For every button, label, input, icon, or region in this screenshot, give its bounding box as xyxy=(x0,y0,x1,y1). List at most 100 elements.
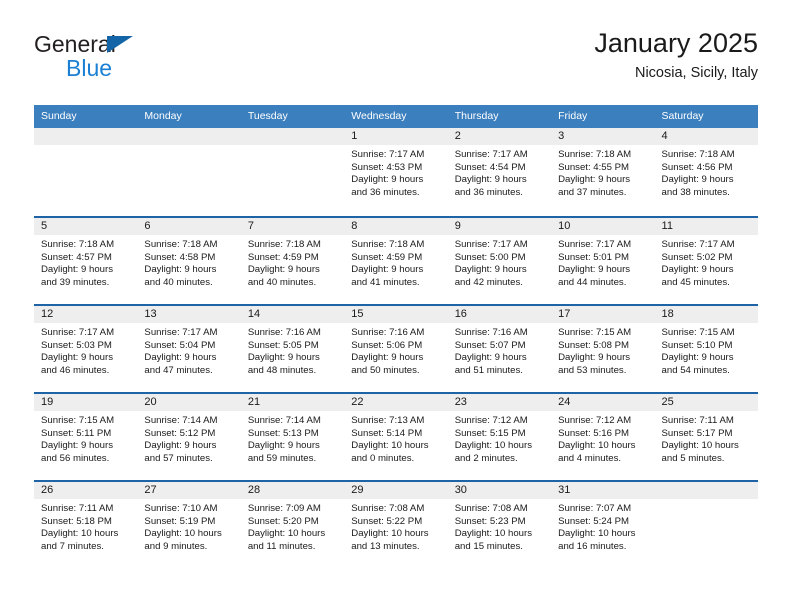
day-details: Sunrise: 7:17 AM Sunset: 5:04 PM Dayligh… xyxy=(137,323,240,377)
sunrise-text: Sunrise: 7:17 AM xyxy=(41,327,115,338)
day-cell[interactable]: 13 Sunrise: 7:17 AM Sunset: 5:04 PM Dayl… xyxy=(137,306,241,392)
day-number-band: 28 xyxy=(240,482,345,499)
day-cell[interactable]: 2 Sunrise: 7:17 AM Sunset: 4:54 PM Dayli… xyxy=(447,128,552,216)
day-number: 15 xyxy=(351,308,364,320)
day-cell[interactable]: 5 Sunrise: 7:18 AM Sunset: 4:57 PM Dayli… xyxy=(34,218,138,304)
daylight-text-line2: and 47 minutes. xyxy=(144,364,213,376)
sunset-text: Sunset: 4:57 PM xyxy=(41,251,112,263)
day-details: Sunrise: 7:17 AM Sunset: 5:02 PM Dayligh… xyxy=(655,235,758,289)
day-cell[interactable]: 6 Sunrise: 7:18 AM Sunset: 4:58 PM Dayli… xyxy=(137,218,241,304)
day-cell[interactable]: 27 Sunrise: 7:10 AM Sunset: 5:19 PM Dayl… xyxy=(137,482,241,568)
day-cell[interactable]: 30 Sunrise: 7:08 AM Sunset: 5:23 PM Dayl… xyxy=(447,482,552,568)
daylight-text-line1: Daylight: 9 hours xyxy=(41,352,113,364)
daylight-text-line2: and 2 minutes. xyxy=(454,452,518,464)
day-details: Sunrise: 7:16 AM Sunset: 5:06 PM Dayligh… xyxy=(344,323,447,377)
daylight-text-line1: Daylight: 10 hours xyxy=(454,528,533,540)
day-cell[interactable] xyxy=(240,128,345,216)
daylight-text-line2: and 39 minutes. xyxy=(41,276,110,288)
day-number: 3 xyxy=(558,130,565,142)
daylight-text-line1: Daylight: 10 hours xyxy=(144,528,222,540)
daylight-text-line1: Daylight: 9 hours xyxy=(144,440,217,452)
weekday-header-monday: Monday xyxy=(144,110,182,122)
daylight-text-line2: and 40 minutes. xyxy=(247,276,317,288)
day-cell[interactable]: 3 Sunrise: 7:18 AM Sunset: 4:55 PM Dayli… xyxy=(551,128,655,216)
day-cell[interactable]: 25 Sunrise: 7:11 AM Sunset: 5:17 PM Dayl… xyxy=(654,394,758,480)
day-number: 23 xyxy=(454,396,467,408)
day-cell[interactable]: 8 Sunrise: 7:18 AM Sunset: 4:59 PM Dayli… xyxy=(344,218,448,304)
day-number-band: 18 xyxy=(654,306,758,323)
day-cell[interactable]: 20 Sunrise: 7:14 AM Sunset: 5:12 PM Dayl… xyxy=(137,394,241,480)
daylight-text-line1: Daylight: 10 hours xyxy=(351,528,429,540)
sunset-text: Sunset: 4:58 PM xyxy=(144,251,216,263)
day-cell[interactable]: 7 Sunrise: 7:18 AM Sunset: 4:59 PM Dayli… xyxy=(240,218,345,304)
day-cell[interactable]: 21 Sunrise: 7:14 AM Sunset: 5:13 PM Dayl… xyxy=(240,394,345,480)
day-details: Sunrise: 7:15 AM Sunset: 5:08 PM Dayligh… xyxy=(551,323,654,377)
day-cell[interactable]: 14 Sunrise: 7:16 AM Sunset: 5:05 PM Dayl… xyxy=(240,306,345,392)
sunrise-text: Sunrise: 7:17 AM xyxy=(661,239,735,250)
day-cell[interactable]: 10 Sunrise: 7:17 AM Sunset: 5:01 PM Dayl… xyxy=(551,218,655,304)
daylight-text-line1: Daylight: 9 hours xyxy=(144,352,217,364)
weekday-header-thursday: Thursday xyxy=(454,110,499,122)
day-cell[interactable]: 29 Sunrise: 7:08 AM Sunset: 5:22 PM Dayl… xyxy=(344,482,448,568)
day-cell[interactable]: 18 Sunrise: 7:15 AM Sunset: 5:10 PM Dayl… xyxy=(654,306,758,392)
daylight-text-line1: Daylight: 10 hours xyxy=(247,528,326,540)
day-number: 28 xyxy=(247,484,261,496)
day-number: 18 xyxy=(661,308,674,320)
daylight-text-line2: and 0 minutes. xyxy=(351,452,415,464)
daylight-text-line2: and 50 minutes. xyxy=(351,364,420,376)
day-cell[interactable]: 15 Sunrise: 7:16 AM Sunset: 5:06 PM Dayl… xyxy=(344,306,448,392)
sunrise-text: Sunrise: 7:08 AM xyxy=(454,503,528,514)
day-cell[interactable]: 23 Sunrise: 7:12 AM Sunset: 5:15 PM Dayl… xyxy=(447,394,552,480)
day-details: Sunrise: 7:17 AM Sunset: 5:01 PM Dayligh… xyxy=(551,235,654,289)
day-number: 11 xyxy=(661,220,673,232)
daylight-text-line2: and 51 minutes. xyxy=(454,364,523,376)
sunset-text: Sunset: 5:20 PM xyxy=(247,515,319,527)
sunrise-text: Sunrise: 7:18 AM xyxy=(351,239,425,250)
daylight-text-line2: and 36 minutes. xyxy=(351,186,420,198)
day-cell[interactable]: 9 Sunrise: 7:17 AM Sunset: 5:00 PM Dayli… xyxy=(447,218,552,304)
day-number-band: 7 xyxy=(240,218,345,235)
day-cell[interactable]: 31 Sunrise: 7:07 AM Sunset: 5:24 PM Dayl… xyxy=(551,482,655,568)
sunrise-text: Sunrise: 7:18 AM xyxy=(144,239,218,250)
day-number-band: 24 xyxy=(551,394,655,411)
week-row: 19 Sunrise: 7:15 AM Sunset: 5:11 PM Dayl… xyxy=(34,392,758,480)
sunset-text: Sunset: 5:00 PM xyxy=(454,251,526,263)
day-details xyxy=(655,499,758,503)
day-number-band xyxy=(137,128,241,145)
day-cell[interactable]: 26 Sunrise: 7:11 AM Sunset: 5:18 PM Dayl… xyxy=(34,482,138,568)
day-number-band: 8 xyxy=(344,218,448,235)
sunset-text: Sunset: 5:05 PM xyxy=(247,339,319,351)
week-row: 12 Sunrise: 7:17 AM Sunset: 5:03 PM Dayl… xyxy=(34,304,758,392)
sunrise-text: Sunrise: 7:08 AM xyxy=(351,503,425,514)
day-cell[interactable]: 16 Sunrise: 7:16 AM Sunset: 5:07 PM Dayl… xyxy=(447,306,552,392)
day-number: 19 xyxy=(41,396,54,408)
day-cell[interactable]: 22 Sunrise: 7:13 AM Sunset: 5:14 PM Dayl… xyxy=(344,394,448,480)
daylight-text-line2: and 37 minutes. xyxy=(558,186,627,198)
day-cell[interactable] xyxy=(654,482,758,568)
day-cell[interactable]: 1 Sunrise: 7:17 AM Sunset: 4:53 PM Dayli… xyxy=(344,128,448,216)
sunset-text: Sunset: 4:56 PM xyxy=(661,161,733,173)
day-number-band: 21 xyxy=(240,394,345,411)
day-details: Sunrise: 7:11 AM Sunset: 5:17 PM Dayligh… xyxy=(655,411,758,465)
sunset-text: Sunset: 5:13 PM xyxy=(247,427,319,439)
day-cell[interactable]: 11 Sunrise: 7:17 AM Sunset: 5:02 PM Dayl… xyxy=(654,218,758,304)
day-cell[interactable]: 19 Sunrise: 7:15 AM Sunset: 5:11 PM Dayl… xyxy=(34,394,138,480)
day-number-band: 22 xyxy=(344,394,448,411)
day-number-band: 4 xyxy=(654,128,758,145)
day-details: Sunrise: 7:14 AM Sunset: 5:12 PM Dayligh… xyxy=(137,411,240,465)
day-cell[interactable] xyxy=(137,128,241,216)
daylight-text-line1: Daylight: 9 hours xyxy=(661,264,734,276)
sunrise-text: Sunrise: 7:14 AM xyxy=(144,415,218,426)
sunrise-text: Sunrise: 7:18 AM xyxy=(247,239,321,250)
day-cell[interactable]: 12 Sunrise: 7:17 AM Sunset: 5:03 PM Dayl… xyxy=(34,306,138,392)
day-cell[interactable]: 28 Sunrise: 7:09 AM Sunset: 5:20 PM Dayl… xyxy=(240,482,345,568)
day-cell[interactable]: 24 Sunrise: 7:12 AM Sunset: 5:16 PM Dayl… xyxy=(551,394,655,480)
brand-logo[interactable]: General Blue xyxy=(34,32,264,94)
sunset-text: Sunset: 5:01 PM xyxy=(558,251,630,263)
day-cell[interactable]: 17 Sunrise: 7:15 AM Sunset: 5:08 PM Dayl… xyxy=(551,306,655,392)
brand-name-general: General xyxy=(34,31,116,57)
day-cell[interactable] xyxy=(34,128,138,216)
day-details: Sunrise: 7:12 AM Sunset: 5:15 PM Dayligh… xyxy=(448,411,551,465)
day-cell[interactable]: 4 Sunrise: 7:18 AM Sunset: 4:56 PM Dayli… xyxy=(654,128,758,216)
daylight-text-line1: Daylight: 10 hours xyxy=(454,440,533,452)
